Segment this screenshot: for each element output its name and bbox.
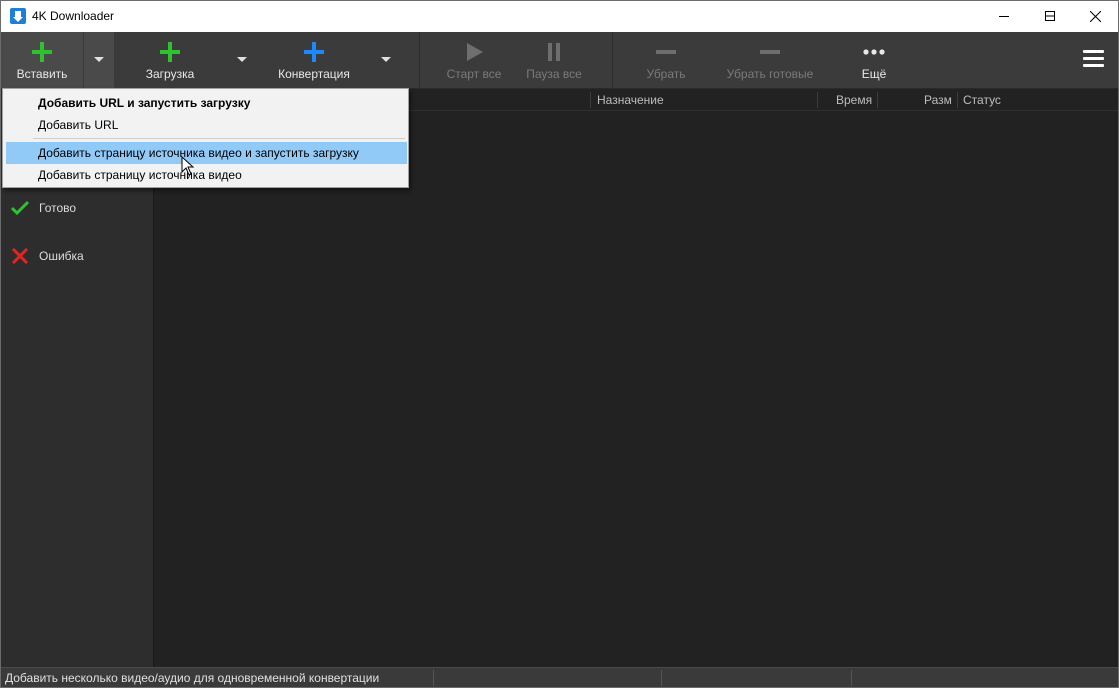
- close-window-button[interactable]: [1072, 1, 1118, 32]
- more-button[interactable]: Ещё: [835, 32, 913, 88]
- menu-separator: [33, 138, 405, 139]
- dropdown-arrow-icon: [94, 57, 104, 62]
- column-divider: [590, 92, 591, 108]
- menu-item-add-page-start[interactable]: Добавить страницу источника видео и запу…: [6, 142, 407, 164]
- window-title: 4K Downloader: [32, 9, 115, 23]
- download-dropdown-button[interactable]: [227, 32, 257, 88]
- app-window: 4K Downloader Вставить Загрузка Конверта…: [0, 0, 1119, 688]
- mouse-cursor-icon: [181, 156, 195, 176]
- play-icon: [467, 43, 483, 61]
- menu-item-label: Добавить URL: [38, 118, 119, 132]
- status-text: Добавить несколько видео/аудио для однов…: [5, 671, 380, 685]
- pause-icon: [548, 43, 560, 61]
- column-size[interactable]: Разм: [924, 93, 952, 107]
- statusbar-divider: [661, 670, 662, 686]
- toolbar-separator: [612, 32, 613, 88]
- minus-icon: [760, 50, 780, 54]
- pause-all-button[interactable]: Пауза все: [515, 32, 593, 88]
- minimize-button-area[interactable]: [981, 1, 1027, 32]
- menu-item-label: Добавить страницу источника видео: [38, 168, 242, 182]
- maximize-button[interactable]: [1027, 1, 1073, 32]
- hamburger-menu-icon[interactable]: [1083, 50, 1104, 68]
- menu-item-label: Добавить страницу источника видео и запу…: [38, 146, 359, 160]
- convert-button[interactable]: Конвертация: [259, 32, 369, 88]
- sidebar-item-label: Готово: [39, 201, 77, 215]
- plus-green-icon: [160, 42, 180, 62]
- statusbar-divider: [433, 670, 434, 686]
- start-all-button[interactable]: Старт все: [435, 32, 513, 88]
- convert-dropdown-button[interactable]: [371, 32, 401, 88]
- maximize-icon: [1045, 11, 1055, 21]
- sidebar-item-done[interactable]: Готово: [1, 194, 153, 222]
- more-label: Ещё: [861, 67, 887, 81]
- title-bar: 4K Downloader: [1, 1, 1118, 32]
- column-divider: [877, 92, 878, 108]
- column-status[interactable]: Статус: [963, 93, 1001, 107]
- download-button[interactable]: Загрузка: [115, 32, 225, 88]
- download-list[interactable]: [154, 111, 1118, 667]
- paste-button[interactable]: Вставить: [1, 32, 83, 88]
- dropdown-arrow-icon: [237, 57, 247, 62]
- start-all-label: Старт все: [446, 67, 502, 81]
- column-divider: [817, 92, 818, 108]
- column-destination[interactable]: Назначение: [597, 93, 664, 107]
- remove-button[interactable]: Убрать: [627, 32, 705, 88]
- plus-blue-icon: [304, 42, 324, 62]
- toolbar-separator: [419, 32, 420, 88]
- column-time[interactable]: Время: [836, 93, 872, 107]
- statusbar-divider: [851, 670, 852, 686]
- paste-dropdown-menu: Добавить URL и запустить загрузку Добави…: [2, 88, 409, 188]
- menu-item-add-page[interactable]: Добавить страницу источника видео: [6, 164, 407, 186]
- plus-green-icon: [32, 42, 52, 62]
- convert-label: Конвертация: [278, 67, 350, 81]
- paste-dropdown-button[interactable]: [84, 32, 114, 88]
- close-icon: [1090, 11, 1101, 22]
- paste-label: Вставить: [16, 67, 68, 81]
- download-label: Загрузка: [145, 67, 195, 81]
- more-dots-icon: [863, 49, 885, 55]
- sidebar-item-label: Ошибка: [39, 249, 84, 263]
- minimize-line-icon: [999, 16, 1009, 17]
- remove-done-button[interactable]: Убрать готовые: [715, 32, 825, 88]
- remove-label: Убрать: [646, 67, 686, 81]
- dropdown-arrow-icon: [381, 57, 391, 62]
- status-bar: Добавить несколько видео/аудио для однов…: [1, 667, 1118, 687]
- app-logo-icon: [10, 8, 26, 24]
- menu-item-add-url-start[interactable]: Добавить URL и запустить загрузку: [6, 92, 407, 114]
- pause-all-label: Пауза все: [526, 67, 582, 81]
- menu-item-add-url[interactable]: Добавить URL: [6, 114, 407, 136]
- sidebar-item-error[interactable]: Ошибка: [1, 242, 153, 270]
- toolbar: Вставить Загрузка Конвертация Старт все …: [1, 32, 1118, 89]
- column-divider: [957, 92, 958, 108]
- remove-done-label: Убрать готовые: [726, 67, 814, 81]
- error-x-icon: [11, 248, 29, 264]
- minus-icon: [656, 50, 676, 54]
- menu-item-label: Добавить URL и запустить загрузку: [38, 96, 251, 110]
- check-icon: [11, 200, 29, 216]
